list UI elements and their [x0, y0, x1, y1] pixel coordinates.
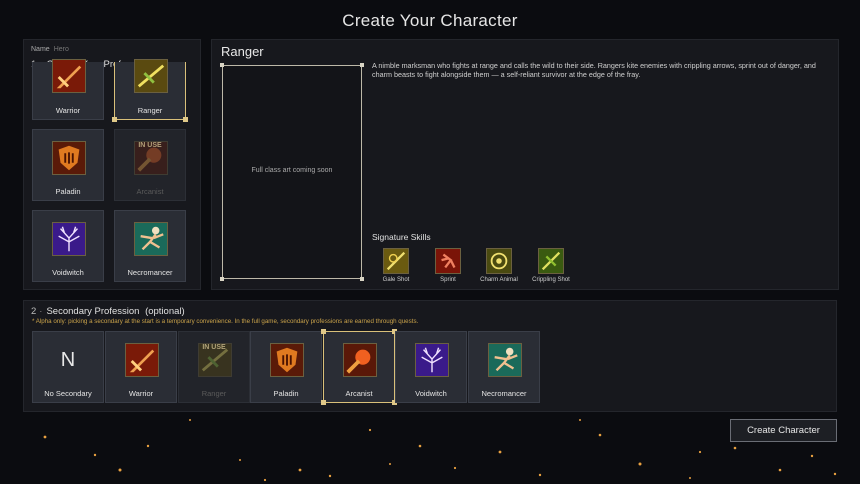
- lightning-tree-icon: [52, 222, 86, 256]
- in-use-badge: IN USE: [202, 344, 226, 351]
- sprint-icon: [435, 248, 461, 274]
- detail-title: Ranger: [221, 44, 264, 59]
- secondary-tile-warrior[interactable]: Warrior: [105, 331, 177, 403]
- tile-label: Voidwitch: [415, 389, 447, 398]
- name-label: Name: [31, 46, 50, 53]
- tile-label: Ranger: [137, 106, 163, 115]
- shield-icon: [270, 343, 304, 377]
- name-field[interactable]: Name Hero: [31, 46, 69, 53]
- in-use-badge: IN USE: [138, 142, 162, 149]
- signature-skills-title: Signature Skills: [372, 232, 431, 242]
- tile-label: Warrior: [55, 106, 81, 115]
- tile-label: Ranger: [201, 389, 227, 398]
- secondary-profession-panel: 2 · Secondary Profession (optional) * Alph…: [23, 300, 837, 412]
- profession-tile-paladin[interactable]: Paladin: [32, 129, 104, 201]
- tile-label: Arcanist: [136, 187, 164, 196]
- tile-label: Necromancer: [481, 389, 527, 398]
- profession-tile-voidwitch[interactable]: Voidwitch: [32, 210, 104, 282]
- name-value: Hero: [53, 46, 69, 53]
- tile-label: Paladin: [273, 389, 299, 398]
- secondary-tile-ranger: IN USE Ranger: [178, 331, 250, 403]
- selection-corner: [112, 117, 117, 122]
- profession-detail-panel: Ranger Full class art coming soon A nimb…: [211, 39, 839, 290]
- skill-charm-animal[interactable]: Charm Animal: [479, 248, 519, 283]
- class-art-placeholder: Full class art coming soon: [220, 63, 364, 281]
- profession-tile-warrior[interactable]: Warrior: [32, 59, 104, 120]
- skill-label: Sprint: [440, 277, 456, 283]
- skill-label: Charm Animal: [480, 277, 518, 283]
- secondary-section-title: 2 · Secondary Profession (optional): [31, 306, 185, 317]
- charm-animal-icon: [486, 248, 512, 274]
- secondary-tile-no-secondary[interactable]: N No Secondary: [32, 331, 104, 403]
- tile-label: Paladin: [55, 187, 81, 196]
- secondary-tile-arcanist[interactable]: Arcanist: [321, 329, 397, 405]
- lightning-tree-icon: [415, 343, 449, 377]
- frame-corner: [360, 277, 364, 281]
- arrow-icon: [134, 59, 168, 93]
- class-art-text: Full class art coming soon: [251, 167, 333, 174]
- skill-label: Gale Shot: [382, 277, 410, 283]
- primary-profession-panel: NameHero 1·Choose Your Profession Warrio…: [23, 39, 201, 290]
- shield-icon: [52, 141, 86, 175]
- profession-tile-arcanist: IN USE Arcanist: [114, 129, 186, 201]
- skeleton-icon: [134, 222, 168, 256]
- secondary-optional-label: (optional): [145, 306, 185, 317]
- tile-label: No Secondary: [44, 389, 92, 398]
- skill-crippling-shot[interactable]: Crippling Shot: [531, 248, 571, 283]
- skill-label: Crippling Shot: [532, 277, 570, 283]
- secondary-section-label: Secondary Profession: [46, 306, 140, 317]
- frame-corner: [360, 63, 364, 67]
- tile-label: Warrior: [128, 389, 154, 398]
- fireball-icon: [343, 343, 377, 377]
- skill-sprint[interactable]: Sprint: [428, 248, 468, 283]
- create-character-button[interactable]: Create Character: [730, 419, 837, 442]
- gale-shot-icon: [383, 248, 409, 274]
- skeleton-icon: [488, 343, 522, 377]
- skill-gale-shot[interactable]: Gale Shot: [376, 248, 416, 283]
- sword-icon: [52, 59, 86, 93]
- profession-tile-ranger[interactable]: Ranger: [112, 59, 188, 122]
- profession-description: A nimble marksman who fights at range an…: [372, 61, 816, 79]
- selection-corner: [321, 400, 326, 405]
- secondary-tile-necromancer[interactable]: Necromancer: [468, 331, 540, 403]
- secondary-section-number: 2: [31, 306, 37, 317]
- tile-label: Voidwitch: [52, 268, 84, 277]
- profession-tile-necromancer[interactable]: Necromancer: [114, 210, 186, 282]
- secondary-tile-voidwitch[interactable]: Voidwitch: [395, 331, 467, 403]
- selection-corner: [321, 329, 326, 334]
- no-secondary-letter: N: [60, 349, 76, 371]
- secondary-tile-paladin[interactable]: Paladin: [250, 331, 322, 403]
- frame-corner: [220, 63, 224, 67]
- frame-corner: [220, 277, 224, 281]
- page-title: Create Your Character: [342, 11, 518, 30]
- selection-corner: [183, 117, 188, 122]
- crippling-shot-icon: [538, 248, 564, 274]
- sword-icon: [125, 343, 159, 377]
- alpha-note: * Alpha only: picking a secondary at the…: [32, 318, 419, 325]
- tile-label: Necromancer: [127, 268, 173, 277]
- tile-label: Arcanist: [345, 389, 373, 398]
